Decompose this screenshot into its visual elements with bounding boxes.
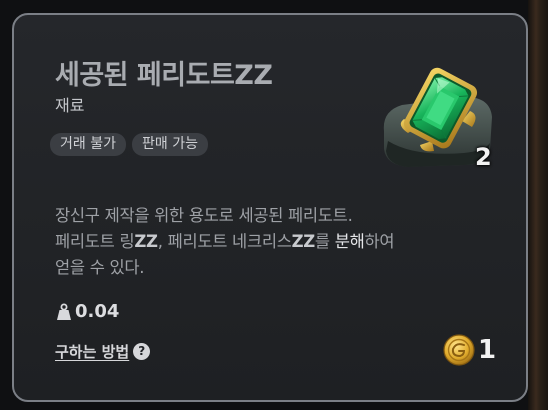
description-highlight: 분해 <box>334 232 365 251</box>
description-line-1: 장신구 제작을 위한 용도로 세공된 페리도트. <box>55 206 353 225</box>
description-text: ZZ <box>134 232 158 251</box>
item-quantity: 2 <box>475 143 492 171</box>
gold-coin-icon <box>443 334 475 366</box>
item-weight: 0.04 <box>56 301 119 322</box>
how-to-obtain-label[interactable]: 구하는 방법 <box>55 341 129 362</box>
description-text: 하여 <box>364 232 395 251</box>
description-text: ZZ <box>291 232 316 251</box>
item-price: 1 <box>442 333 496 367</box>
item-tags: 거래 불가 판매 가능 <box>50 133 208 156</box>
stage: 세공된 페리도트ZZ 재료 거래 불가 판매 가능 2 장신구 제작을 위한 용… <box>0 0 548 410</box>
weight-value: 0.04 <box>75 301 120 322</box>
description-text: 를 <box>314 232 335 251</box>
description-text: , 페리도트 네크리스 <box>157 232 292 251</box>
item-name: 세공된 페리도트ZZ <box>55 60 273 91</box>
description-line-2: 페리도트 링ZZ, 페리도트 네크리스ZZ를 분해하여 <box>55 229 495 255</box>
item-tooltip-card: 세공된 페리도트ZZ 재료 거래 불가 판매 가능 2 장신구 제작을 위한 용… <box>12 13 528 402</box>
price-value: 1 <box>478 335 497 365</box>
background-edge <box>528 0 548 410</box>
item-description: 장신구 제작을 위한 용도로 세공된 페리도트. 페리도트 링ZZ, 페리도트 … <box>55 203 495 281</box>
description-text: 페리도트 링 <box>55 232 135 251</box>
item-category: 재료 <box>55 96 85 115</box>
how-to-obtain-link[interactable]: 구하는 방법 ? <box>55 341 151 362</box>
tag-untradable: 거래 불가 <box>50 133 126 156</box>
weight-icon <box>57 303 71 320</box>
description-line-3: 얻을 수 있다. <box>55 258 145 277</box>
question-icon[interactable]: ? <box>133 343 151 360</box>
tag-sellable: 판매 가능 <box>131 133 208 156</box>
